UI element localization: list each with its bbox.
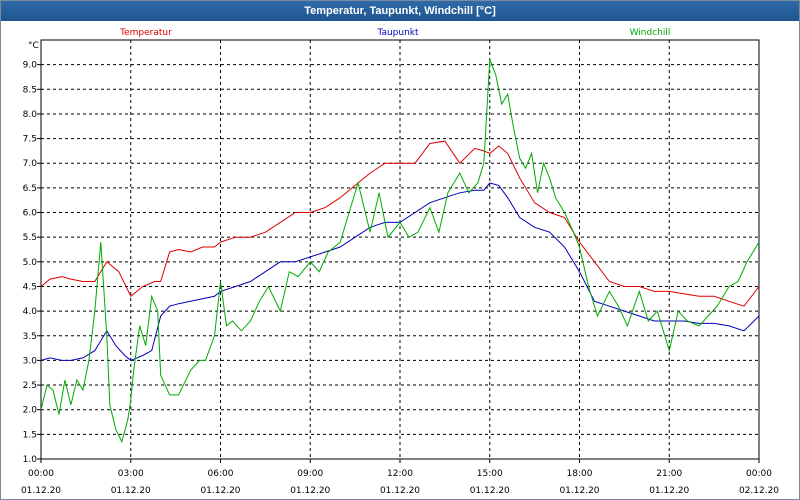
chart-area: 1.0 1.5 2.0 2.5 3.0 3.5 4.0 4.5 5.0 5.5 6.0 6.5 7.0 7… bbox=[21, 28, 779, 496]
x-tick-date-label: 01.12.20 bbox=[111, 486, 151, 496]
x-tick-date-label: 01.12.20 bbox=[21, 486, 61, 496]
y-tick-label: 7.0 bbox=[23, 159, 38, 169]
y-tick-label: 2.0 bbox=[23, 406, 38, 416]
x-tick-date-label: 01.12.20 bbox=[559, 486, 599, 496]
x-tick-time-label: 15:00 bbox=[477, 469, 503, 479]
y-tick-label: 3.0 bbox=[23, 356, 38, 366]
y-tick-label: 4.0 bbox=[23, 307, 38, 317]
y-tick-label: 6.0 bbox=[23, 209, 38, 219]
x-tick-time-label: 18:00 bbox=[567, 469, 593, 479]
y-tick-label: 8.0 bbox=[23, 110, 38, 120]
legend-label-windchill: Windchill bbox=[630, 28, 671, 38]
y-tick-label: 7.5 bbox=[23, 135, 37, 145]
x-tick-time-label: 00:00 bbox=[28, 469, 54, 479]
chart-window: Temperatur, Taupunkt, Windchill [°C] 1.0… bbox=[0, 0, 800, 500]
y-tick-label: 1.0 bbox=[23, 455, 38, 465]
x-tick-date-label: 02.12.20 bbox=[739, 486, 779, 496]
x-tick-date-label: 01.12.20 bbox=[380, 486, 420, 496]
x-tick-time-label: 00:00 bbox=[746, 469, 772, 479]
x-tick-date-label: 01.12.20 bbox=[470, 486, 510, 496]
y-tick-label: 5.5 bbox=[23, 233, 37, 243]
x-tick-time-label: 09:00 bbox=[297, 469, 323, 479]
x-axis: 00:00 01.12.20 03:00 01.12.20 06:00 01.12.20 0… bbox=[21, 459, 779, 496]
x-tick-time-label: 12:00 bbox=[387, 469, 413, 479]
y-tick-label: 1.5 bbox=[23, 430, 37, 440]
y-tick-label: 3.5 bbox=[23, 332, 37, 342]
legend: Temperatur Taupunkt Windchill bbox=[119, 28, 670, 38]
x-tick-time-label: 06:00 bbox=[208, 469, 234, 479]
y-tick-label: 4.5 bbox=[23, 282, 37, 292]
grid bbox=[41, 40, 759, 460]
x-tick-date-label: 01.12.20 bbox=[200, 486, 240, 496]
legend-label-temperatur: Temperatur bbox=[119, 28, 172, 38]
x-tick-date-label: 01.12.20 bbox=[649, 486, 689, 496]
y-axis: 1.0 1.5 2.0 2.5 3.0 3.5 4.0 4.5 5.0 5.5 6.0 6.5 7.0 7… bbox=[23, 61, 41, 465]
y-tick-label: 2.5 bbox=[23, 381, 37, 391]
window-title: Temperatur, Taupunkt, Windchill [°C] bbox=[1, 1, 799, 21]
legend-label-taupunkt: Taupunkt bbox=[376, 28, 419, 38]
y-tick-label: 6.5 bbox=[23, 184, 37, 194]
y-tick-label: 5.0 bbox=[23, 258, 38, 268]
x-tick-time-label: 03:00 bbox=[118, 469, 144, 479]
y-axis-unit-label: °C bbox=[28, 41, 39, 51]
x-tick-time-label: 21:00 bbox=[656, 469, 682, 479]
y-tick-label: 8.5 bbox=[23, 85, 37, 95]
y-tick-label: 9.0 bbox=[23, 61, 38, 71]
x-tick-date-label: 01.12.20 bbox=[290, 486, 330, 496]
